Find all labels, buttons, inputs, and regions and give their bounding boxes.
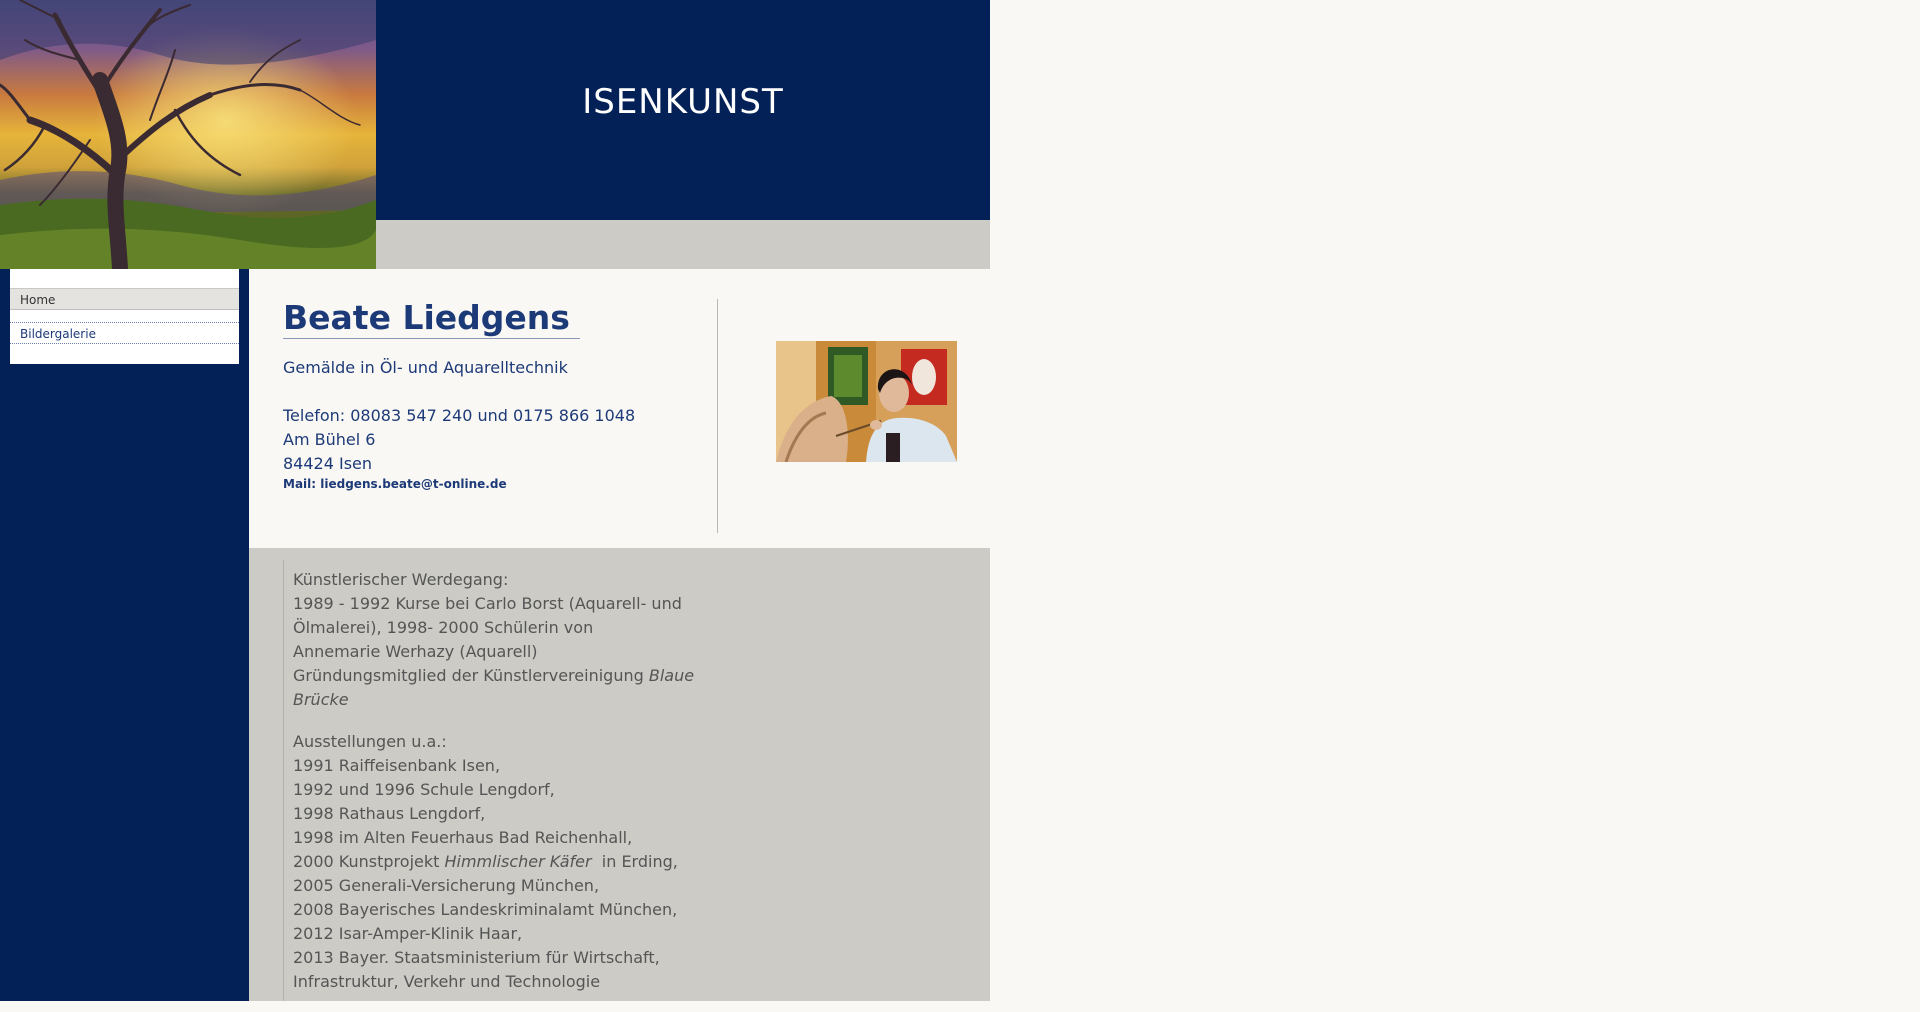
exhibition-item: 2012 Isar-Amper-Klinik Haar, — [293, 924, 523, 943]
exhibition-item: 2000 Kunstprojekt Himmlischer Käfer in E… — [293, 850, 713, 874]
career-line: Gründungsmitglied der Künstlervereinigun… — [293, 664, 713, 688]
career-paragraph: Künstlerischer Werdegang: 1989 - 1992 Ku… — [293, 568, 713, 712]
intro-section: Beate Liedgens Gemälde in Öl- und Aquare… — [249, 269, 990, 548]
career-line: Annemarie Werhazy (Aquarell) — [293, 642, 538, 661]
group-name-italic: Brücke — [293, 690, 349, 709]
sidebar: Home Bildergalerie — [0, 269, 249, 1001]
exhibition-item: 2013 Bayer. Staatsministerium für Wirtsc… — [293, 948, 660, 967]
mail-link[interactable]: liedgens.beate@t-online.de — [320, 477, 506, 491]
nav-item-home[interactable]: Home — [10, 288, 239, 310]
exhibitions-heading: Ausstellungen u.a.: — [293, 732, 447, 751]
exhibition-item: 1998 im Alten Feuerhaus Bad Reichenhall, — [293, 828, 633, 847]
nav-item-bildergalerie[interactable]: Bildergalerie — [10, 322, 239, 344]
career-line-prefix: Gründungsmitglied der Künstlervereinigun… — [293, 666, 644, 685]
exhibition-prefix: 2000 Kunstprojekt — [293, 852, 440, 871]
bio-text: Künstlerischer Werdegang: 1989 - 1992 Ku… — [293, 568, 713, 1012]
intro-divider — [717, 299, 718, 533]
contact-city: 84424 Isen — [283, 454, 373, 473]
artist-name-heading: Beate Liedgens — [283, 299, 580, 339]
header-painting-image — [0, 0, 376, 269]
exhibition-item: 1991 Raiffeisenbank Isen, — [293, 756, 501, 775]
site-container: ISENKUNST Home Bildergalerie Beate Liedg… — [0, 0, 990, 1001]
exhibition-item: 1992 und 1996 Schule Lengdorf, — [293, 780, 555, 799]
artist-photo — [776, 341, 957, 462]
mail-label: Mail: — [283, 477, 317, 491]
site-title: ISENKUNST — [582, 82, 784, 122]
career-line: 1989 - 1992 Kurse bei Carlo Borst (Aquar… — [293, 594, 682, 613]
exhibition-item: 1998 Rathaus Lengdorf, — [293, 804, 486, 823]
nav-menu: Home Bildergalerie — [10, 269, 239, 364]
header-title-block: ISENKUNST — [376, 0, 990, 220]
contact-mail: Mail: liedgens.beate@t-online.de — [283, 477, 507, 491]
exhibition-item: 2008 Bayerisches Landeskriminalamt Münch… — [293, 900, 678, 919]
header-strip — [376, 220, 990, 269]
bio-left-rule — [283, 560, 284, 1001]
exhibition-item: 2005 Generali-Versicherung München, — [293, 876, 600, 895]
intro-subtitle: Gemälde in Öl- und Aquarelltechnik — [283, 358, 568, 377]
exhibition-item: Infrastruktur, Verkehr und Technologie — [293, 972, 601, 991]
exhibition-suffix: in Erding, — [601, 852, 678, 871]
group-name-italic: Blaue — [648, 666, 695, 685]
contact-street: Am Bühel 6 — [283, 430, 376, 449]
career-heading: Künstlerischer Werdegang: — [293, 570, 509, 589]
career-line: Ölmalerei), 1998- 2000 Schülerin von — [293, 618, 594, 637]
contact-phone: Telefon: 08083 547 240 und 0175 866 1048 — [283, 406, 636, 425]
biography-section: Künstlerischer Werdegang: 1989 - 1992 Ku… — [249, 548, 990, 1001]
exhibitions-paragraph: Ausstellungen u.a.: 1991 Raiffeisenbank … — [293, 730, 713, 994]
project-name-italic: Himmlischer Käfer — [444, 852, 592, 871]
